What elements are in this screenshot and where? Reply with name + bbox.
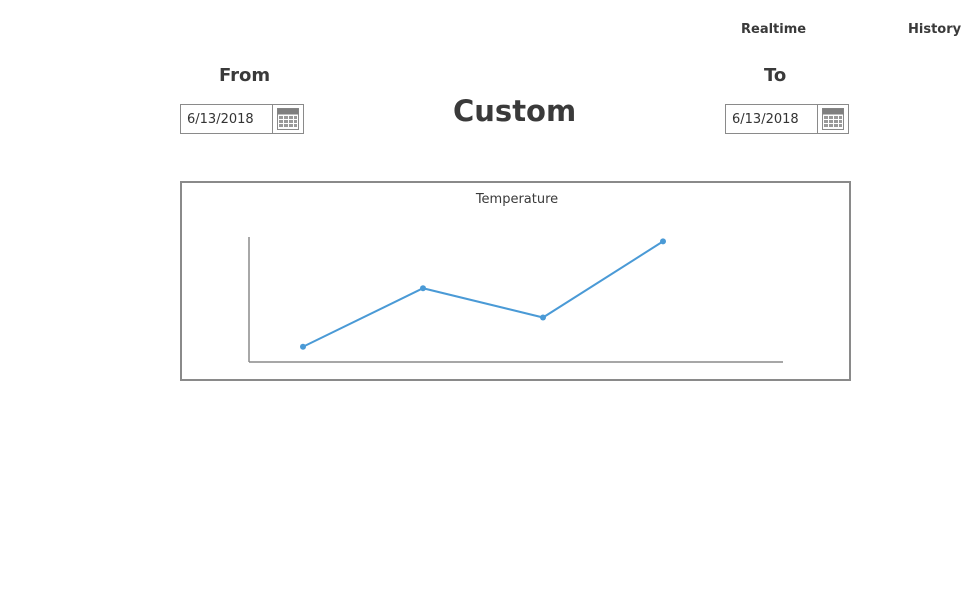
from-calendar-button[interactable] (272, 105, 303, 133)
to-calendar-button[interactable] (817, 105, 848, 133)
temperature-chart: Temperature (248, 192, 783, 363)
nav-realtime-link[interactable]: Realtime (741, 22, 806, 37)
to-date-input[interactable] (726, 105, 817, 133)
to-label: To (764, 65, 787, 86)
from-date-input[interactable] (181, 105, 272, 133)
data-point (420, 285, 426, 292)
to-date-picker (725, 104, 849, 134)
data-point (540, 314, 546, 321)
series-line (302, 240, 664, 348)
data-point (300, 343, 306, 350)
calendar-icon (277, 108, 299, 130)
series-group (300, 238, 666, 350)
calendar-icon (822, 108, 844, 130)
temperature-chart-panel: Temperature (180, 181, 851, 381)
chart-title: Temperature (475, 192, 558, 207)
data-point (660, 238, 666, 245)
page-title: Custom (453, 94, 577, 128)
from-label: From (219, 65, 271, 86)
from-date-picker (180, 104, 304, 134)
nav-history-link[interactable]: History (908, 22, 961, 37)
